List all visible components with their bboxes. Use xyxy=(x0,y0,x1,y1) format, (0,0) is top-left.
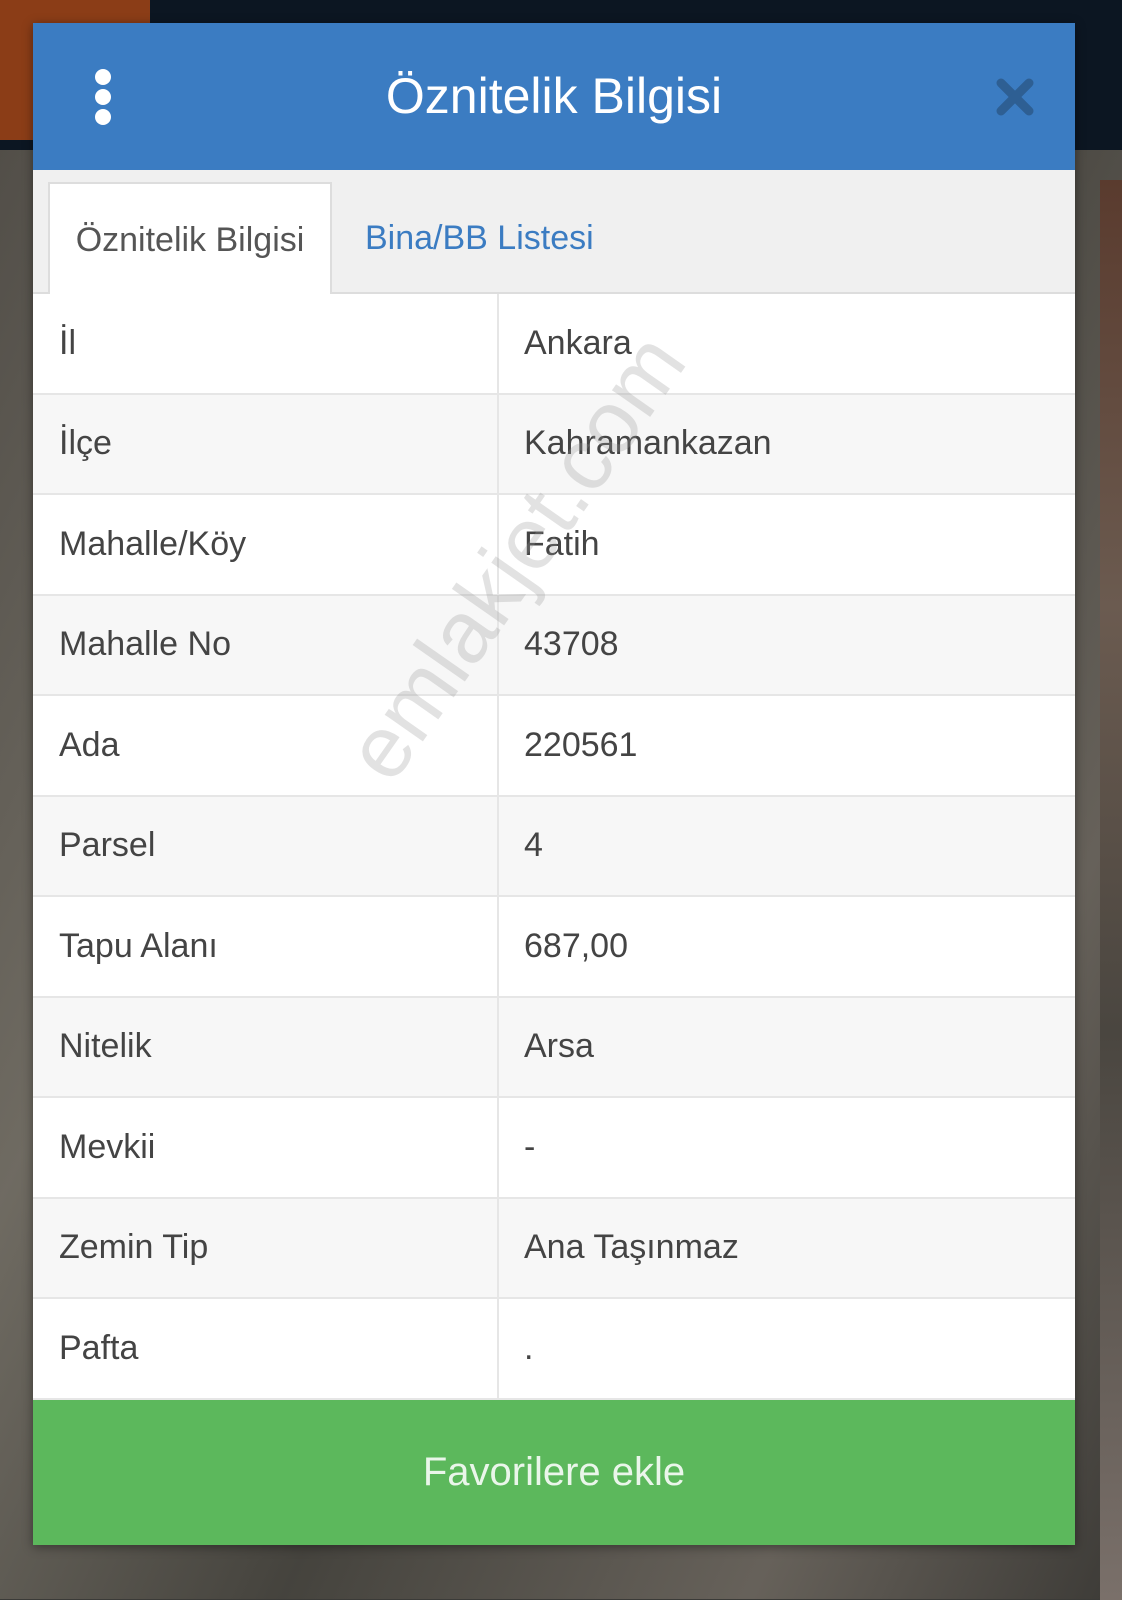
attribute-table: İl Ankara İlçe Kahramankazan Mahalle/Köy… xyxy=(33,294,1075,1400)
attribute-key: İlçe xyxy=(59,424,112,463)
attribute-value: . xyxy=(524,1328,534,1367)
attribute-value: Kahramankazan xyxy=(524,424,772,463)
attribute-key: Mevkii xyxy=(59,1127,156,1166)
dialog-title: Öznitelik Bilgisi xyxy=(385,68,723,124)
column-divider xyxy=(497,997,499,1096)
attribute-dialog: Öznitelik Bilgisi Öznitelik Bilgisi Bina… xyxy=(33,23,1075,1545)
tab-oznitelik-bilgisi[interactable]: Öznitelik Bilgisi xyxy=(48,182,332,294)
attribute-key: Ada xyxy=(59,725,120,764)
table-row: Tapu Alanı 687,00 xyxy=(33,897,1075,998)
attribute-value: 687,00 xyxy=(524,926,628,965)
add-to-favorites-button[interactable]: Favorilere ekle xyxy=(33,1400,1075,1545)
tab-bar: Öznitelik Bilgisi Bina/BB Listesi xyxy=(33,170,1075,294)
attribute-value: Arsa xyxy=(524,1027,594,1066)
column-divider xyxy=(497,595,499,694)
attribute-key: Nitelik xyxy=(59,1027,152,1066)
attribute-key: Pafta xyxy=(59,1328,139,1367)
table-row: İl Ankara xyxy=(33,294,1075,395)
table-row: Zemin Tip Ana Taşınmaz xyxy=(33,1198,1075,1299)
attribute-value: - xyxy=(524,1127,536,1166)
attribute-key: Tapu Alanı xyxy=(59,926,218,965)
table-row: Mahalle/Köy Fatih xyxy=(33,495,1075,596)
table-row: Ada 220561 xyxy=(33,696,1075,797)
table-row: Nitelik Arsa xyxy=(33,997,1075,1098)
attribute-key: Parsel xyxy=(59,826,156,865)
table-row: Mahalle No 43708 xyxy=(33,595,1075,696)
column-divider xyxy=(497,394,499,493)
vertical-dots-icon[interactable] xyxy=(89,69,117,125)
attribute-value: Ankara xyxy=(524,323,632,362)
table-row: Mevkii - xyxy=(33,1098,1075,1199)
table-row: İlçe Kahramankazan xyxy=(33,394,1075,495)
attribute-value: Fatih xyxy=(524,524,600,563)
column-divider xyxy=(497,495,499,594)
attribute-key: Mahalle No xyxy=(59,625,231,664)
attribute-value: 4 xyxy=(524,826,543,865)
column-divider xyxy=(497,1198,499,1297)
column-divider xyxy=(497,1098,499,1197)
attribute-key: Mahalle/Köy xyxy=(59,524,247,563)
attribute-value: 43708 xyxy=(524,625,619,664)
column-divider xyxy=(497,696,499,795)
attribute-value: Ana Taşınmaz xyxy=(524,1228,739,1267)
table-row: Pafta . xyxy=(33,1299,1075,1400)
attribute-key: Zemin Tip xyxy=(59,1228,209,1267)
column-divider xyxy=(497,796,499,895)
close-icon[interactable] xyxy=(993,75,1037,119)
attribute-value: 220561 xyxy=(524,725,638,764)
map-right-edge xyxy=(1100,180,1122,1600)
dialog-header: Öznitelik Bilgisi xyxy=(33,23,1075,170)
column-divider xyxy=(497,897,499,996)
attribute-key: İl xyxy=(59,323,76,362)
column-divider xyxy=(497,294,499,393)
column-divider xyxy=(497,1299,499,1398)
tab-bina-bb-listesi[interactable]: Bina/BB Listesi xyxy=(363,182,594,294)
table-row: Parsel 4 xyxy=(33,796,1075,897)
